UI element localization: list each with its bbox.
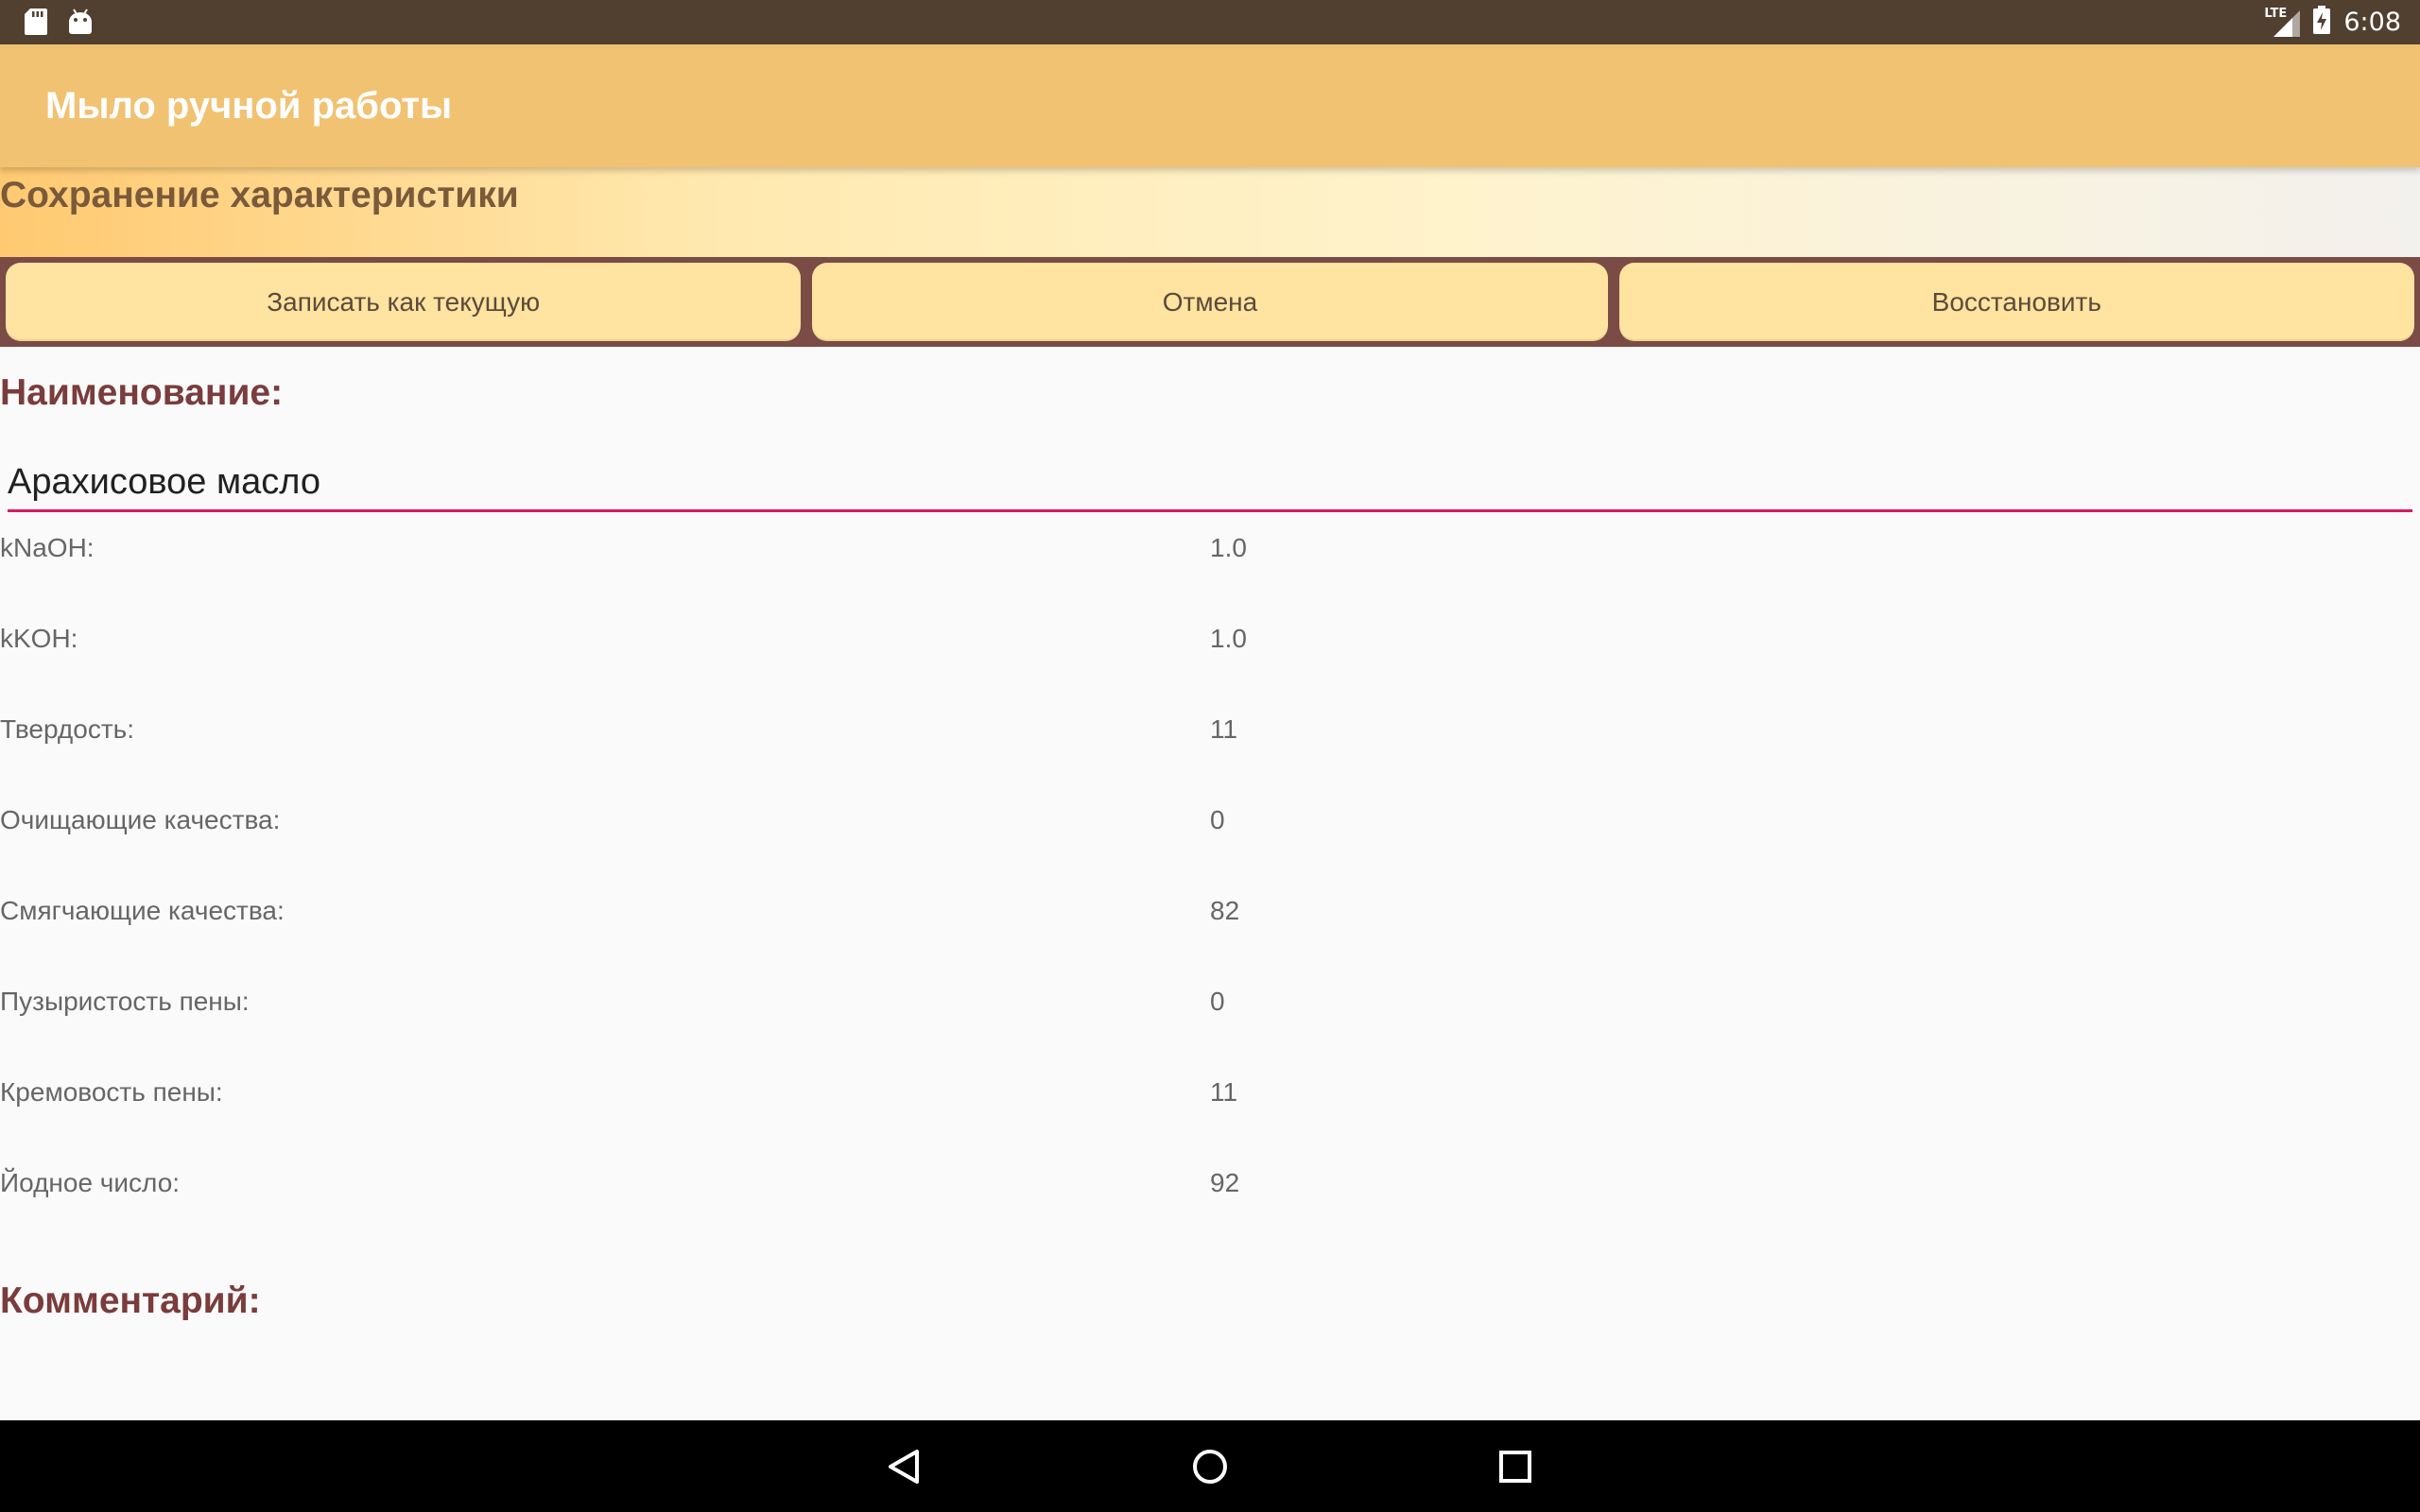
property-value: 0 (1210, 805, 1225, 834)
name-label: Наименование: (0, 372, 284, 413)
property-label: Йодное число: (0, 1168, 181, 1197)
battery-charging-icon (2313, 6, 2331, 39)
signal-icon: LTE (2264, 7, 2301, 37)
property-row-conditioning: Смягчающие качества: 82 (0, 896, 2420, 987)
property-row-knaoh: kNaOH: 1.0 (0, 533, 2420, 624)
comment-label: Комментарий: (0, 1280, 261, 1321)
property-label: Пузыристость пены: (0, 987, 250, 1016)
system-nav-bar (0, 1420, 2420, 1512)
home-icon[interactable] (1186, 1443, 1234, 1490)
property-value: 0 (1210, 987, 1225, 1016)
property-label: Твердость: (0, 714, 135, 744)
property-label: kKOH: (0, 624, 78, 653)
save-as-current-button[interactable]: Записать как текущую (6, 263, 802, 341)
form-content: Наименование: kNaOH: 1.0 kKOH: 1.0 Тверд… (0, 347, 2420, 1420)
property-value: 82 (1210, 896, 1240, 925)
property-row-creamy: Кремовость пены: 11 (0, 1077, 2420, 1168)
app-title: Мыло ручной работы (45, 85, 453, 127)
status-bar: LTE 6:08 (0, 0, 2420, 44)
name-input[interactable] (8, 455, 2412, 512)
status-time: 6:08 (2343, 8, 2401, 37)
status-left-icons (25, 9, 93, 40)
action-button-row: Записать как текущую Отмена Восстановить (0, 257, 2420, 347)
property-value: 1.0 (1210, 624, 1247, 653)
property-label: Смягчающие качества: (0, 896, 285, 925)
back-icon[interactable] (881, 1443, 928, 1490)
property-value: 1.0 (1210, 533, 1247, 562)
property-label: Кремовость пены: (0, 1077, 223, 1107)
property-row-bubbly: Пузыристость пены: 0 (0, 987, 2420, 1077)
restore-button[interactable]: Восстановить (1618, 263, 2414, 341)
page-title: Сохранение характеристики (0, 175, 519, 215)
status-right-icons: LTE 6:08 (2264, 0, 2401, 44)
cancel-button[interactable]: Отмена (812, 263, 1608, 341)
property-value: 92 (1210, 1168, 1240, 1197)
recents-icon[interactable] (1492, 1443, 1539, 1490)
android-icon (68, 9, 93, 40)
sd-card-icon (25, 9, 47, 40)
property-row-cleansing: Очищающие качества: 0 (0, 805, 2420, 896)
property-value: 11 (1210, 714, 1238, 744)
property-label: kNaOH: (0, 533, 95, 562)
property-label: Очищающие качества: (0, 805, 281, 834)
property-row-iodine: Йодное число: 92 (0, 1168, 2420, 1259)
property-value: 11 (1210, 1077, 1238, 1107)
app-bar: Мыло ручной работы (0, 44, 2420, 167)
property-row-hardness: Твердость: 11 (0, 714, 2420, 805)
section-header: Сохранение характеристики (0, 167, 2420, 257)
property-row-kkoh: kKOH: 1.0 (0, 624, 2420, 714)
